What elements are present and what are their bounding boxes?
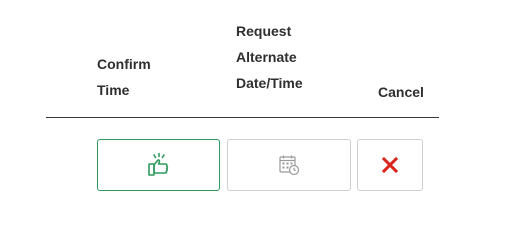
request-alternate-header-line1: Request bbox=[236, 23, 292, 39]
confirm-time-header-line2: Time bbox=[97, 82, 130, 98]
confirm-time-header: Confirm Time bbox=[97, 51, 151, 103]
request-alternate-header-line2: Alternate bbox=[236, 49, 297, 65]
cancel-header: Cancel bbox=[378, 79, 424, 105]
calendar-clock-icon bbox=[277, 153, 301, 177]
thumbs-up-icon bbox=[146, 152, 172, 178]
confirm-time-header-line1: Confirm bbox=[97, 56, 151, 72]
request-alternate-header-line3: Date/Time bbox=[236, 75, 303, 91]
close-x-icon bbox=[381, 156, 399, 174]
request-alternate-button[interactable] bbox=[227, 139, 351, 191]
cancel-button[interactable] bbox=[357, 139, 423, 191]
request-alternate-header: Request Alternate Date/Time bbox=[236, 18, 303, 96]
confirm-time-button[interactable] bbox=[97, 139, 220, 191]
header-divider bbox=[46, 117, 439, 118]
cancel-header-line1: Cancel bbox=[378, 84, 424, 100]
